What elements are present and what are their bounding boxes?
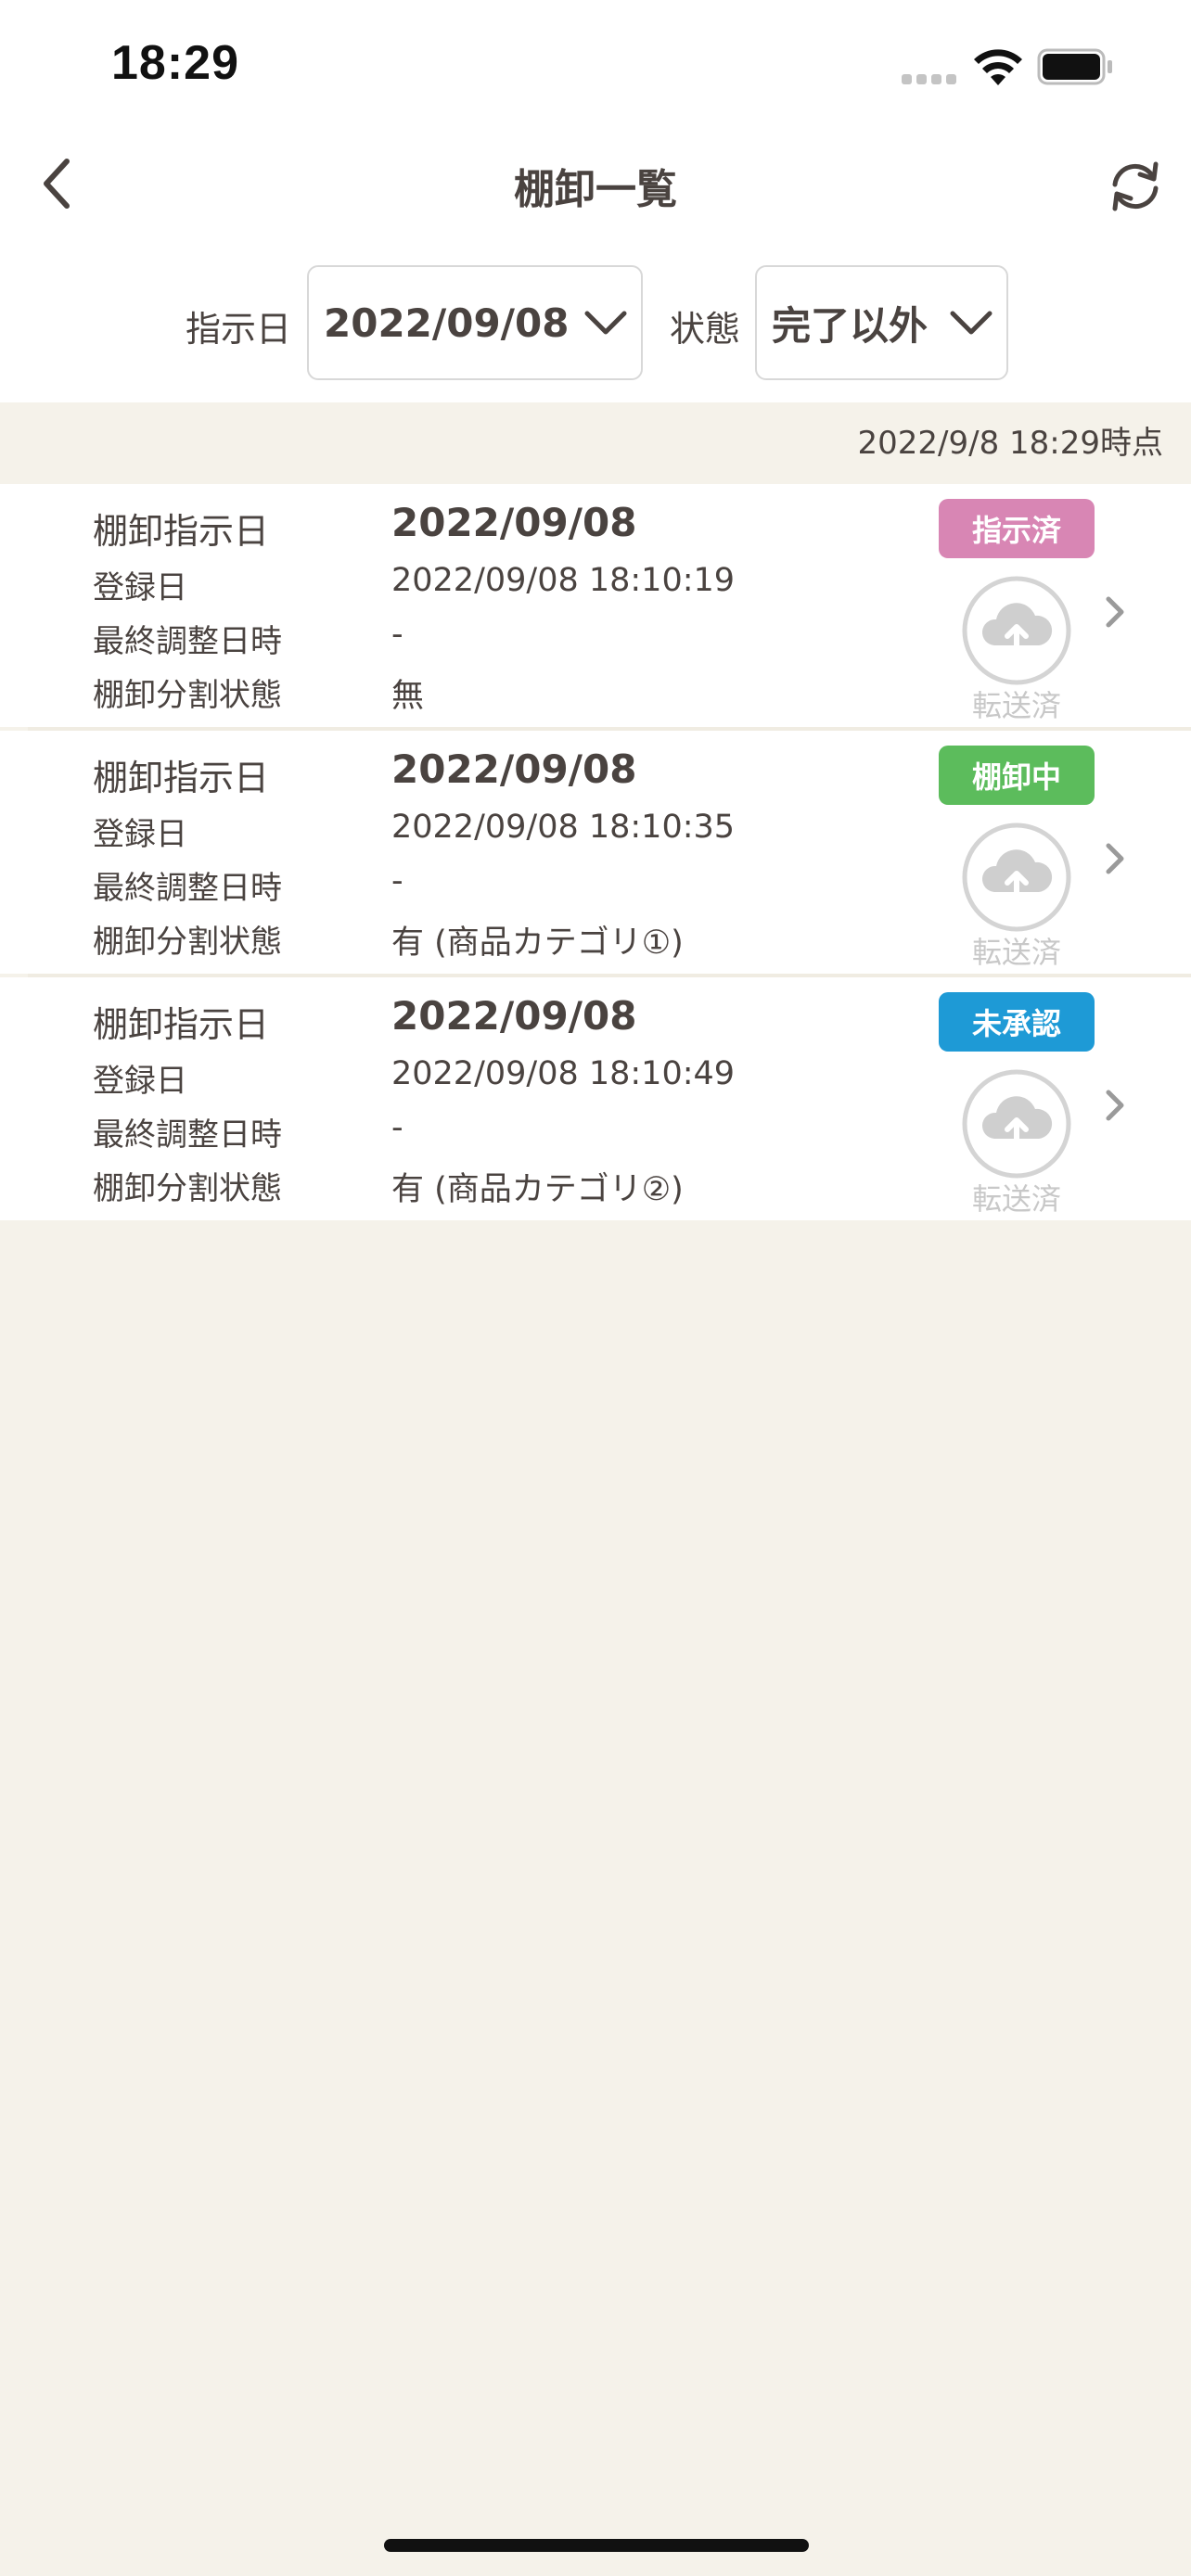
split-status-label: 棚卸分割状態 [93,1170,282,1207]
split-status-label: 棚卸分割状態 [93,677,282,714]
refresh-icon [1112,161,1159,211]
transferred-label: 転送済 [971,1181,1061,1217]
instruction-date-label: 棚卸指示日 [93,511,270,552]
instruction-date-value: 2022/09/08 [391,746,637,792]
chevron-down-icon [584,311,627,335]
list-item[interactable]: 棚卸指示日 2022/09/08 登録日 2022/09/08 18:10:35… [0,731,1191,977]
status-badge: 棚卸中 [939,746,1095,805]
registered-label: 登録日 [93,569,187,606]
header-area: 18:29 棚卸一覧 指示日 2022/09/08 状態 完了以外 [0,0,1191,402]
cloud-upload-icon[interactable] [959,1066,1074,1181]
split-status-value: 無 [391,678,425,715]
chevron-right-icon [1106,596,1124,628]
status-select-value: 完了以外 [772,302,928,349]
status-badge: 未承認 [939,992,1095,1052]
battery-icon [1037,48,1112,85]
data-timestamp: 2022/9/8 18:29時点 [857,425,1164,462]
status-time: 18:29 [111,36,239,90]
registered-label: 登録日 [93,1063,187,1100]
transferred-label: 転送済 [971,935,1061,970]
cloud-upload-icon[interactable] [959,820,1074,935]
last-adjusted-label: 最終調整日時 [93,870,282,907]
split-status-value: 有 (商品カテゴリ②) [391,1171,684,1208]
page-title: 棚卸一覧 [514,166,677,213]
registered-value: 2022/09/08 18:10:19 [391,562,736,599]
cellular-signal-icon [902,74,956,84]
last-adjusted-label: 最終調整日時 [93,623,282,660]
split-status-value: 有 (商品カテゴリ①) [391,925,684,962]
status-badge: 指示済 [939,499,1095,558]
registered-value: 2022/09/08 18:10:49 [391,1055,736,1092]
last-adjusted-label: 最終調整日時 [93,1116,282,1154]
chevron-down-icon [950,311,992,335]
registered-label: 登録日 [93,816,187,853]
wifi-icon [974,49,1022,85]
last-adjusted-value: - [391,1109,403,1146]
refresh-button[interactable] [1100,154,1171,219]
date-select-value: 2022/09/08 [324,300,570,346]
chevron-right-icon [1106,1090,1124,1121]
date-select[interactable]: 2022/09/08 [307,265,643,380]
chevron-right-icon [1106,843,1124,874]
instruction-date-value: 2022/09/08 [391,500,637,545]
status-select[interactable]: 完了以外 [755,265,1008,380]
instruction-date-value: 2022/09/08 [391,993,637,1039]
home-indicator[interactable] [384,2539,809,2552]
stocktake-list: 棚卸指示日 2022/09/08 登録日 2022/09/08 18:10:19… [0,484,1191,1220]
transferred-label: 転送済 [971,688,1061,723]
instruction-date-label: 棚卸指示日 [93,758,270,798]
split-status-label: 棚卸分割状態 [93,924,282,961]
registered-value: 2022/09/08 18:10:35 [391,809,736,846]
instruction-date-label: 棚卸指示日 [93,1004,270,1045]
last-adjusted-value: - [391,862,403,899]
cloud-upload-icon[interactable] [959,573,1074,688]
date-filter-label: 指示日 [186,309,292,350]
last-adjusted-value: - [391,616,403,653]
status-filter-label: 状態 [670,309,741,350]
list-item[interactable]: 棚卸指示日 2022/09/08 登録日 2022/09/08 18:10:19… [0,484,1191,731]
list-item[interactable]: 棚卸指示日 2022/09/08 登録日 2022/09/08 18:10:49… [0,977,1191,1220]
